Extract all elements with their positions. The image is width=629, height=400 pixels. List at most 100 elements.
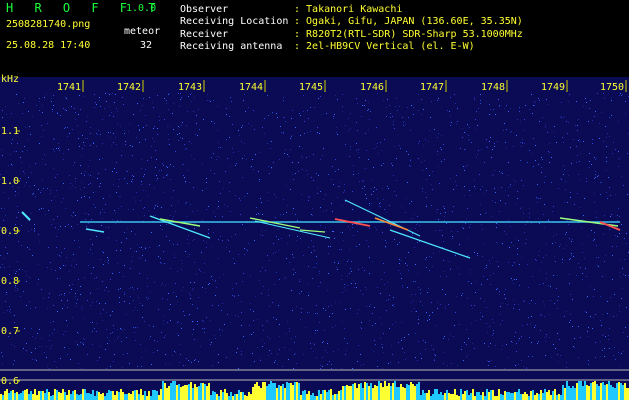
noise-dot <box>618 151 619 152</box>
noise-dot <box>136 137 137 138</box>
noise-dot <box>182 122 183 123</box>
noise-dot <box>98 130 99 131</box>
noise-dot <box>405 212 406 213</box>
noise-dot <box>521 360 522 361</box>
noise-dot <box>248 243 249 244</box>
noise-dot <box>357 313 358 314</box>
noise-dot <box>386 300 387 301</box>
level-bar <box>104 396 106 400</box>
noise-dot <box>502 303 503 304</box>
noise-dot <box>338 169 339 170</box>
noise-dot <box>341 249 342 250</box>
noise-dot <box>15 224 16 225</box>
noise-dot <box>112 273 113 274</box>
noise-dot <box>189 254 190 255</box>
noise-dot <box>499 171 500 172</box>
noise-dot <box>104 261 105 262</box>
noise-dot <box>63 108 64 109</box>
level-bar <box>10 391 12 400</box>
noise-dot <box>102 218 103 219</box>
noise-dot <box>123 104 124 105</box>
noise-dot <box>156 180 157 181</box>
noise-dot <box>580 267 581 268</box>
noise-dot <box>296 240 297 241</box>
noise-dot <box>213 153 214 154</box>
noise-dot <box>102 209 103 210</box>
noise-dot <box>64 305 65 306</box>
noise-dot <box>16 217 17 218</box>
noise-dot <box>444 336 445 337</box>
noise-dot <box>50 190 51 191</box>
noise-dot <box>618 159 619 160</box>
noise-dot <box>450 269 451 270</box>
noise-dot <box>546 334 547 335</box>
noise-dot <box>245 229 246 230</box>
noise-dot <box>495 202 496 203</box>
noise-dot <box>284 278 285 279</box>
noise-dot <box>44 352 45 353</box>
noise-dot <box>137 288 138 289</box>
noise-dot <box>583 106 584 107</box>
noise-dot <box>166 166 167 167</box>
noise-dot <box>369 209 370 210</box>
level-bar <box>214 392 216 400</box>
noise-dot <box>517 248 518 249</box>
noise-dot <box>186 125 187 126</box>
level-bar <box>394 381 396 400</box>
noise-dot <box>14 151 15 152</box>
noise-dot <box>541 167 542 168</box>
noise-dot <box>617 236 618 237</box>
noise-dot <box>394 239 395 240</box>
noise-dot <box>522 142 523 143</box>
noise-dot <box>362 267 363 268</box>
level-bar <box>618 382 620 400</box>
noise-dot <box>119 297 120 298</box>
noise-dot <box>180 354 181 355</box>
noise-dot <box>177 244 178 245</box>
noise-dot <box>541 314 542 315</box>
noise-dot <box>457 231 458 232</box>
noise-dot <box>77 125 78 126</box>
noise-dot <box>513 146 514 147</box>
noise-dot <box>151 157 152 158</box>
noise-dot <box>417 273 418 274</box>
noise-dot <box>398 362 399 363</box>
noise-dot <box>16 94 17 95</box>
noise-dot <box>59 267 60 268</box>
noise-dot <box>521 180 522 181</box>
noise-dot <box>204 272 205 273</box>
noise-dot <box>71 289 72 290</box>
noise-dot <box>124 178 125 179</box>
y-tick-label: 0.6 <box>1 376 19 387</box>
noise-dot <box>58 229 59 230</box>
noise-dot <box>278 305 279 306</box>
noise-dot <box>249 325 250 326</box>
noise-dot <box>302 169 303 170</box>
noise-dot <box>206 317 207 318</box>
noise-dot <box>438 219 439 220</box>
level-bar <box>360 383 362 400</box>
noise-dot <box>338 261 339 262</box>
level-bar <box>550 395 552 400</box>
noise-dot <box>373 191 374 192</box>
noise-dot <box>142 105 143 106</box>
noise-dot <box>227 314 228 315</box>
noise-dot <box>254 129 255 130</box>
noise-dot <box>442 289 443 290</box>
level-bar <box>540 390 542 400</box>
noise-dot <box>100 212 101 213</box>
noise-dot <box>546 273 547 274</box>
level-bar <box>452 394 454 400</box>
noise-dot <box>580 141 581 142</box>
noise-dot <box>207 100 208 101</box>
noise-dot <box>419 225 420 226</box>
noise-dot <box>392 354 393 355</box>
noise-dot <box>281 238 282 239</box>
noise-dot <box>219 181 220 182</box>
noise-dot <box>570 320 571 321</box>
noise-dot <box>422 305 423 306</box>
noise-dot <box>92 244 93 245</box>
noise-dot <box>137 327 138 328</box>
noise-dot <box>450 268 451 269</box>
noise-dot <box>609 348 610 349</box>
